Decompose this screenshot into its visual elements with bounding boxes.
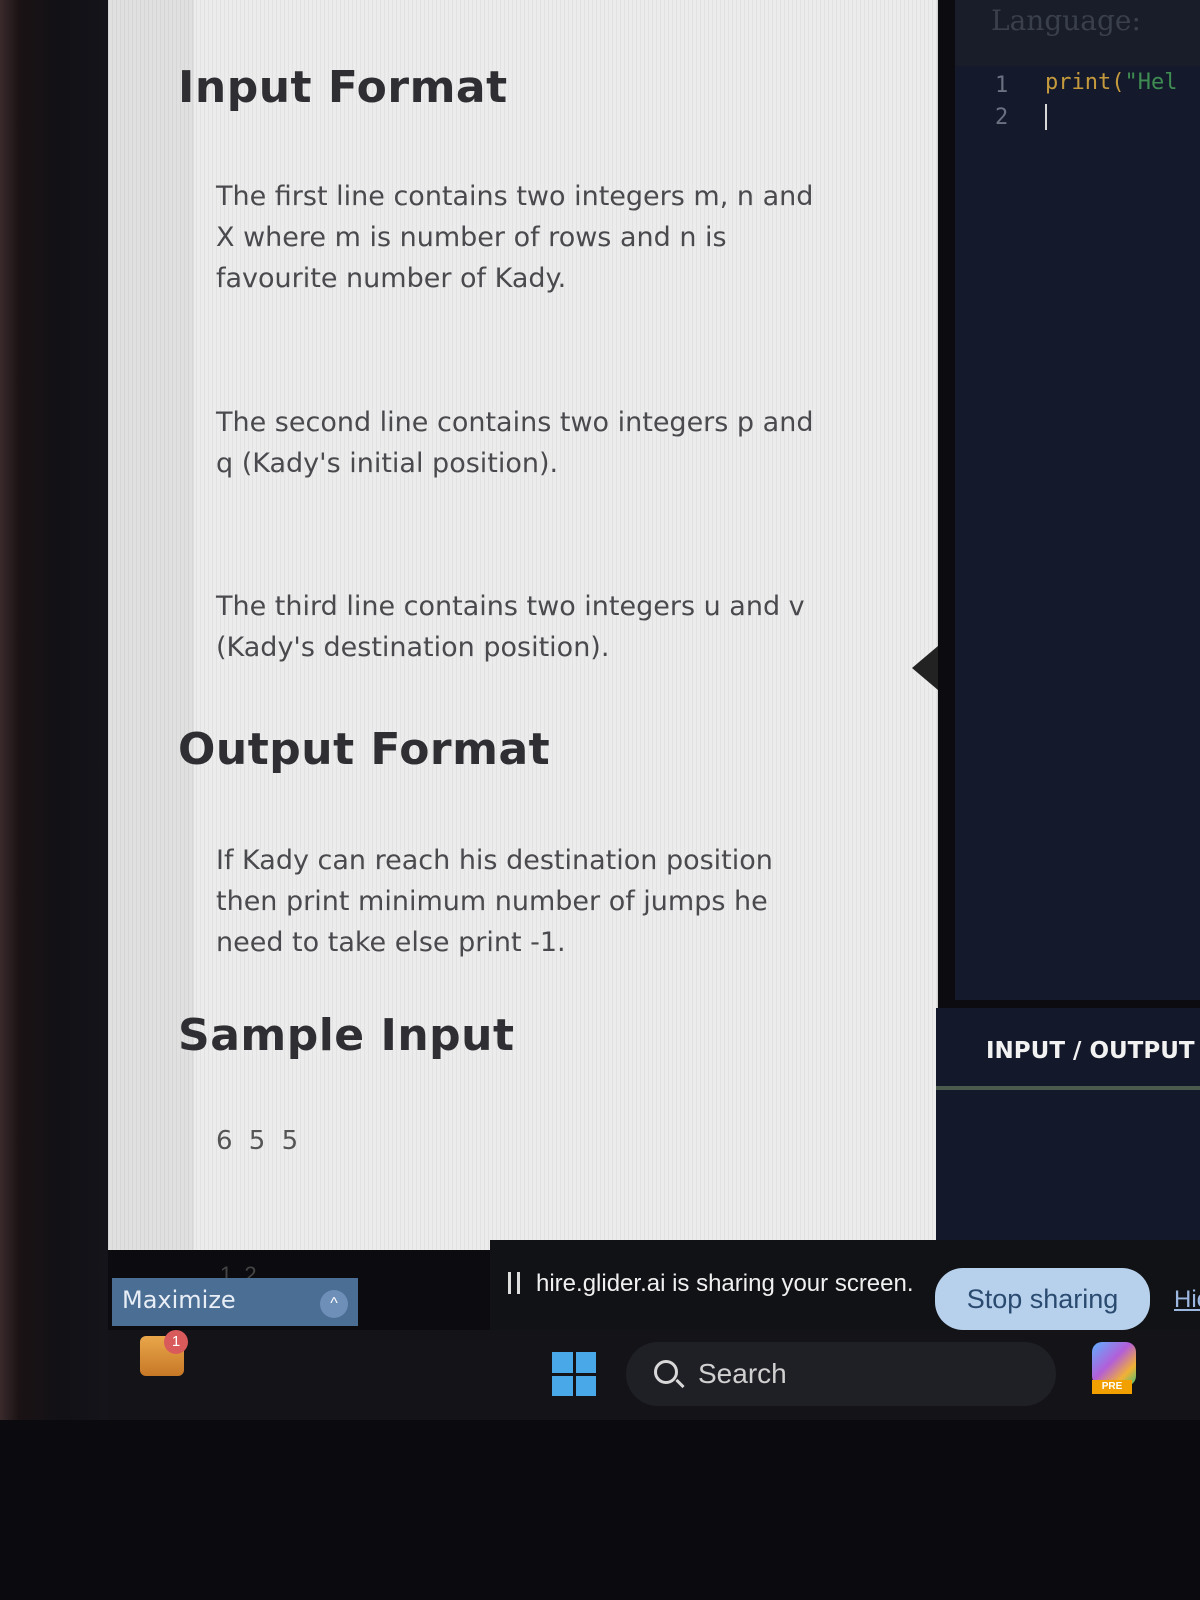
output-format-text: If Kady can reach his destination positi… [216,845,773,958]
stop-sharing-button[interactable]: Stop sharing [935,1268,1150,1330]
code-line-1[interactable]: print("Hel [1045,70,1177,95]
taskbar-search[interactable]: Search [626,1342,1056,1406]
text-cursor [1045,104,1047,130]
windows-start-icon[interactable] [552,1352,596,1396]
problem-statement-panel: Input Format The first line contains two… [108,0,938,1250]
output-format-heading: Output Format [178,724,551,775]
code-editor[interactable]: Language: 1 2 print("Hel [955,0,1200,1000]
input-format-line-3: The third line contains two integers u a… [216,591,805,663]
search-icon [654,1360,678,1384]
screen-share-bar: hire.glider.ai is sharing your screen. S… [490,1240,1200,1330]
input-format-line-1: The first line contains two integers m, … [216,181,814,294]
hide-link[interactable]: Hic [1174,1286,1200,1314]
pre-badge: PRE [1092,1380,1132,1394]
input-format-line-2: The second line contains two integers p … [216,407,814,479]
pause-icon [508,1272,520,1294]
collapse-panel-arrow-icon[interactable] [912,646,938,690]
statement-gutter [108,0,194,1250]
code-string: "Hel [1124,70,1178,95]
screen-bezel-bottom [0,1420,1200,1600]
chevron-up-icon[interactable]: ^ [320,1290,348,1318]
line-number: 2 [995,105,1009,130]
input-format-heading: Input Format [178,62,508,113]
sample-input-line-1: 6 5 5 [216,1126,303,1156]
line-number: 1 [995,73,1009,98]
editor-line-numbers: 1 2 [995,70,1008,134]
share-message: hire.glider.ai is sharing your screen. [508,1270,914,1298]
taskbar: 1 Search PRE [108,1330,1200,1420]
language-label: Language: [991,4,1141,37]
share-message-text: hire.glider.ai is sharing your screen. [536,1270,914,1297]
code-function: print( [1045,70,1125,95]
search-label: Search [698,1358,787,1389]
notification-badge: 1 [164,1330,188,1354]
io-panel-title[interactable]: INPUT / OUTPUT [986,1038,1195,1064]
screen-bezel-left [0,0,108,1600]
sample-input-heading: Sample Input [178,1010,515,1061]
language-bar[interactable]: Language: [955,0,1200,66]
io-divider [936,1086,1200,1090]
